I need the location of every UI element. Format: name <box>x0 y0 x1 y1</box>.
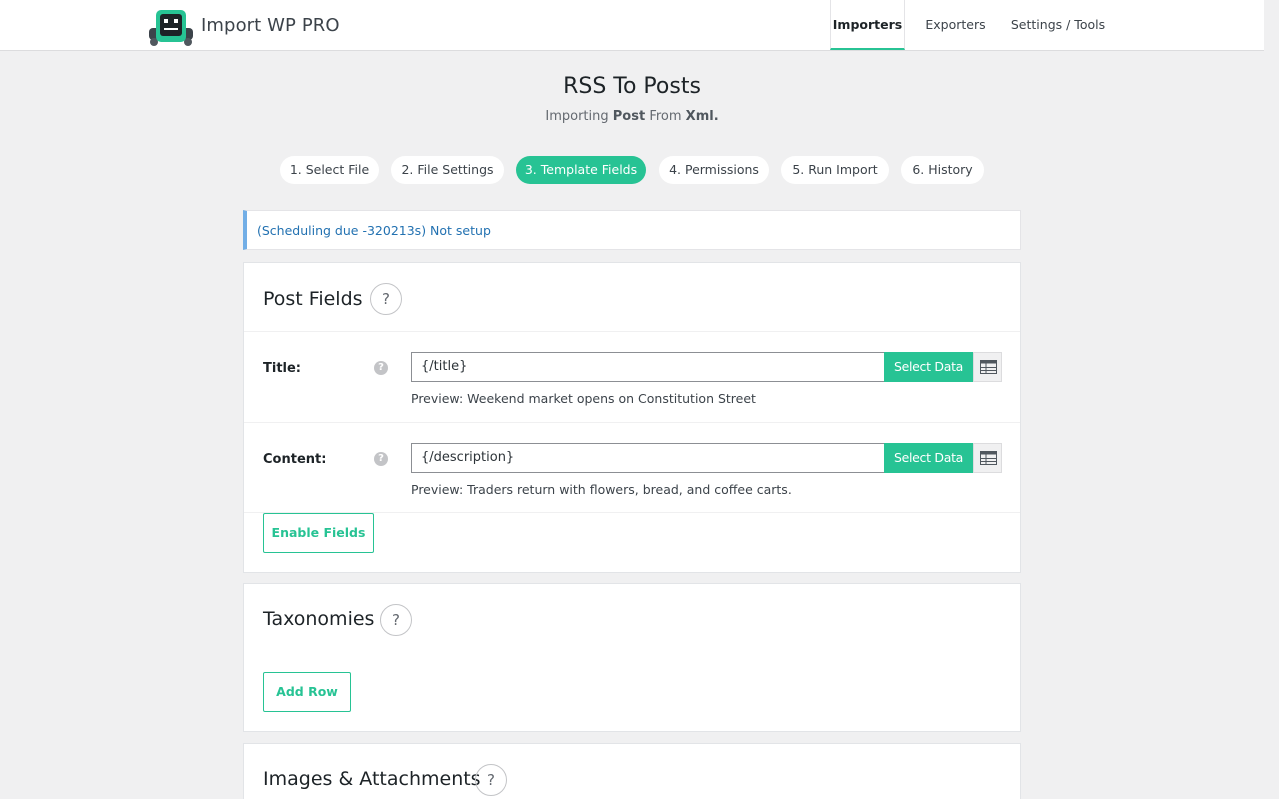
top-bar: Import WP PRO Importers Exporters Settin… <box>0 0 1264 51</box>
images-attachments-title: Images & Attachments <box>263 768 481 790</box>
step-history[interactable]: 6. History <box>901 156 984 184</box>
content-table-icon[interactable] <box>973 443 1002 473</box>
subtitle-prefix: Importing <box>545 109 609 124</box>
step-permissions[interactable]: 4. Permissions <box>659 156 769 184</box>
title-field-input[interactable]: {/title} <box>411 352 885 382</box>
taxonomies-title: Taxonomies <box>263 608 375 630</box>
app-name: Import WP PRO <box>201 15 340 36</box>
title-table-icon[interactable] <box>973 352 1002 382</box>
step-template-fields[interactable]: 3. Template Fields <box>516 156 646 184</box>
nav-importers[interactable]: Importers <box>830 0 905 50</box>
title-field-label: Title: <box>263 361 302 376</box>
page-title: RSS To Posts <box>563 74 701 99</box>
page-subtitle: Importing Post From Xml. <box>0 109 1264 124</box>
step-run-import[interactable]: 5. Run Import <box>781 156 889 184</box>
subtitle-from: From <box>649 109 682 124</box>
title-select-data-button[interactable]: Select Data <box>884 352 973 382</box>
subtitle-type: Post <box>612 109 646 124</box>
scheduling-notice: (Scheduling due -320213s) Not setup <box>243 210 1021 250</box>
nav-settings-tools[interactable]: Settings / Tools <box>1006 0 1110 50</box>
taxonomies-help-icon[interactable]: ? <box>380 604 412 636</box>
title-question-icon[interactable]: ? <box>374 361 388 375</box>
images-help-icon[interactable]: ? <box>475 764 507 796</box>
content-preview: Preview: Traders return with flowers, br… <box>411 482 792 497</box>
enable-fields-button[interactable]: Enable Fields <box>263 513 374 553</box>
divider <box>244 422 1020 423</box>
content-field-label: Content: <box>263 452 327 467</box>
content-select-data-button[interactable]: Select Data <box>884 443 973 473</box>
step-select-file[interactable]: 1. Select File <box>280 156 379 184</box>
nav-exporters[interactable]: Exporters <box>918 0 993 50</box>
content-field-input[interactable]: {/description} <box>411 443 885 473</box>
content-question-icon[interactable]: ? <box>374 452 388 466</box>
step-file-settings[interactable]: 2. File Settings <box>391 156 504 184</box>
divider <box>244 331 1020 332</box>
taxonomies-panel: Taxonomies ? Add Row <box>243 583 1021 732</box>
subtitle-format: Xml. <box>685 109 719 124</box>
post-fields-title: Post Fields <box>263 288 363 310</box>
robot-logo-icon[interactable] <box>148 8 194 48</box>
post-fields-help-icon[interactable]: ? <box>370 283 402 315</box>
scrollbar-gutter[interactable] <box>1264 0 1279 799</box>
images-attachments-panel: Images & Attachments ? <box>243 743 1021 799</box>
post-fields-panel: Post Fields ? Title: ? {/title} Select D… <box>243 262 1021 573</box>
title-preview: Preview: Weekend market opens on Constit… <box>411 391 756 406</box>
add-row-button[interactable]: Add Row <box>263 672 351 712</box>
